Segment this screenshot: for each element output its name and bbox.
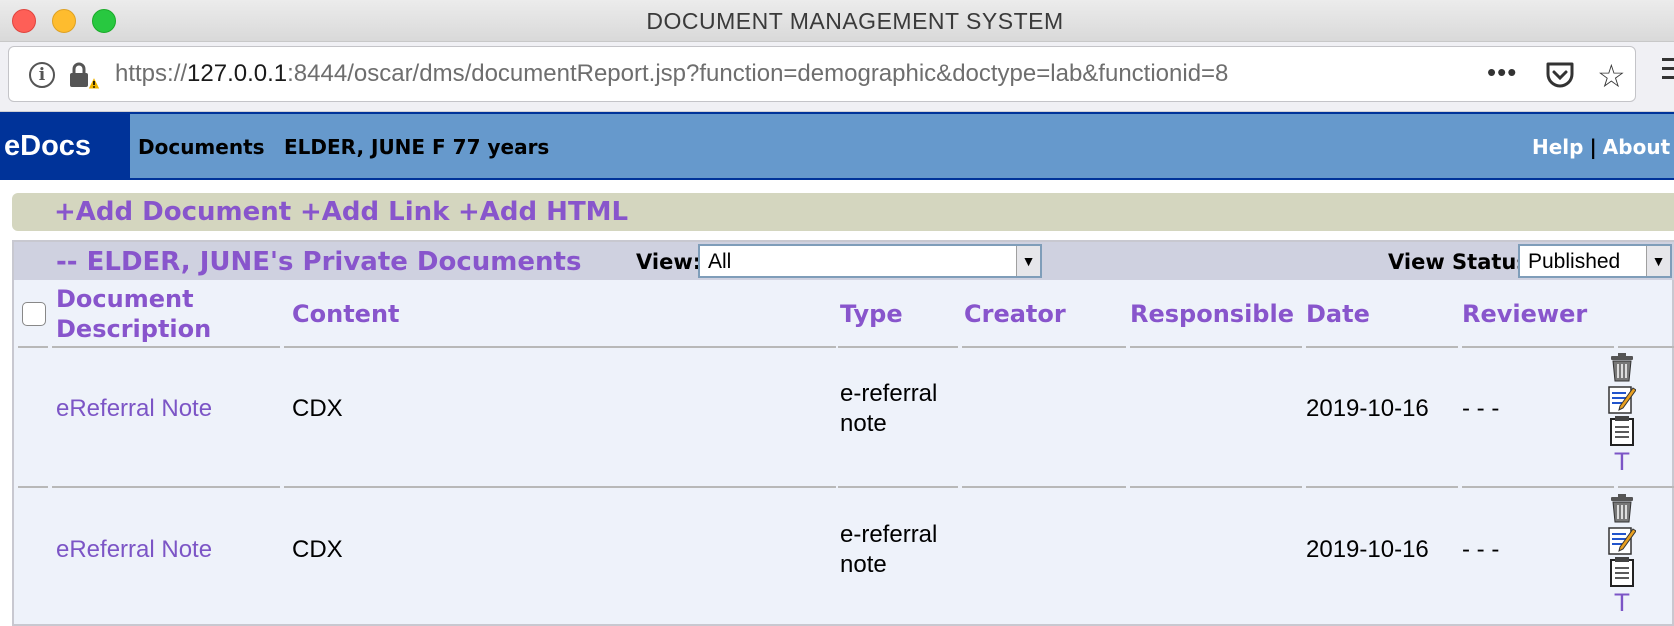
row-type-line2: note <box>840 410 887 437</box>
column-header-description-line2: Description <box>56 315 212 343</box>
annotation-icon[interactable] <box>1608 416 1636 446</box>
row-description-link[interactable]: eReferral Note <box>56 535 212 565</box>
url-text[interactable]: https://127.0.0.1:8444/oscar/dms/documen… <box>115 60 1475 88</box>
help-links: Help | About <box>1532 135 1670 159</box>
private-documents-panel: -- ELDER, JUNE's Private Documents View:… <box>12 240 1674 626</box>
table-rule <box>52 486 280 488</box>
table-rule <box>1130 346 1302 348</box>
table-rule <box>18 346 48 348</box>
bookmark-star-icon[interactable]: ☆ <box>1597 57 1626 95</box>
view-status-label: View Status <box>1388 250 1529 274</box>
column-header-reviewer[interactable]: Reviewer <box>1462 299 1587 329</box>
add-html-link[interactable]: +Add HTML <box>458 197 628 227</box>
table-rule <box>1462 346 1614 348</box>
table-rule <box>838 486 958 488</box>
chevron-down-icon[interactable]: ▼ <box>1646 246 1670 276</box>
row-date: 2019-10-16 <box>1306 395 1429 422</box>
header-divider <box>126 114 130 178</box>
row-type-line1: e-referral <box>840 521 938 548</box>
about-link[interactable]: About <box>1603 135 1670 159</box>
add-actions-bar: +Add Document +Add Link +Add HTML <box>12 193 1674 231</box>
view-status-value: Published <box>1528 250 1621 273</box>
view-select[interactable]: All ▼ <box>698 244 1042 278</box>
tickler-link[interactable]: T <box>1608 589 1636 617</box>
column-header-creator[interactable]: Creator <box>964 299 1066 329</box>
row-type: e-referral note <box>840 379 937 439</box>
pocket-icon[interactable] <box>1545 61 1575 89</box>
table-rule <box>1306 486 1458 488</box>
edocs-header: eDocs Documents ELDER, JUNE F 77 years H… <box>0 112 1674 180</box>
row-date: 2019-10-16 <box>1306 536 1429 563</box>
row-type-line1: e-referral <box>840 380 938 407</box>
view-select-value: All <box>708 250 732 273</box>
help-link[interactable]: Help <box>1532 135 1583 159</box>
more-actions-icon[interactable]: ••• <box>1487 57 1517 88</box>
table-rule <box>1618 346 1674 348</box>
edocs-logo: eDocs <box>0 114 126 178</box>
column-header-date[interactable]: Date <box>1306 299 1370 329</box>
column-header-responsible[interactable]: Responsible <box>1130 299 1294 329</box>
panel-header: -- ELDER, JUNE's Private Documents View:… <box>14 242 1674 280</box>
row-type-line2: note <box>840 551 887 578</box>
url-host: 127.0.0.1 <box>187 60 288 87</box>
table-rule <box>284 346 836 348</box>
section-title: Documents <box>138 135 265 159</box>
window-title: DOCUMENT MANAGEMENT SYSTEM <box>646 8 1064 34</box>
table-rule <box>1462 486 1614 488</box>
info-icon[interactable]: i <box>29 62 55 88</box>
select-all-checkbox[interactable] <box>22 302 46 326</box>
trash-icon[interactable] <box>1608 352 1636 382</box>
row-content: CDX <box>292 536 343 563</box>
window-titlebar: DOCUMENT MANAGEMENT SYSTEM <box>0 0 1674 42</box>
row-description-link[interactable]: eReferral Note <box>56 394 212 424</box>
edit-icon[interactable] <box>1608 384 1636 414</box>
table-rule <box>1306 346 1458 348</box>
column-header-content[interactable]: Content <box>292 299 400 329</box>
table-rule <box>838 346 958 348</box>
insecure-lock-icon[interactable] <box>67 61 101 91</box>
column-header-type[interactable]: Type <box>840 299 903 329</box>
trash-icon[interactable] <box>1608 493 1636 523</box>
view-status-select[interactable]: Published ▼ <box>1518 244 1672 278</box>
view-label: View: <box>636 250 702 274</box>
annotation-icon[interactable] <box>1608 557 1636 587</box>
patient-info: ELDER, JUNE F 77 years <box>284 135 550 159</box>
table-rule <box>1130 486 1302 488</box>
table-rule <box>284 486 836 488</box>
column-header-description[interactable]: Document Description <box>56 284 211 344</box>
table-rule <box>962 486 1126 488</box>
table-rule <box>962 346 1126 348</box>
edit-icon[interactable] <box>1608 525 1636 555</box>
add-document-link[interactable]: +Add Document <box>54 197 291 227</box>
url-prefix: https:// <box>115 60 188 87</box>
browser-toolbar: i https://127.0.0.1:8444/oscar/dms/docum… <box>0 42 1674 112</box>
row-content: CDX <box>292 395 343 422</box>
chevron-down-icon[interactable]: ▼ <box>1016 246 1040 276</box>
add-link-link[interactable]: +Add Link <box>300 197 449 227</box>
url-path: :8444/oscar/dms/documentReport.jsp?funct… <box>287 60 1229 87</box>
link-separator: | <box>1589 135 1597 159</box>
row-actions: T <box>1608 493 1642 617</box>
table-rule <box>18 486 48 488</box>
hamburger-menu-icon[interactable] <box>1662 58 1674 80</box>
table-rule <box>52 346 280 348</box>
tickler-link[interactable]: T <box>1608 448 1636 476</box>
column-header-description-line1: Document <box>56 285 194 313</box>
row-reviewer: - - - <box>1462 536 1500 563</box>
table-rule <box>1618 486 1674 488</box>
row-type: e-referral note <box>840 520 937 580</box>
row-actions: T <box>1608 352 1642 476</box>
row-reviewer: - - - <box>1462 395 1500 422</box>
url-bar[interactable]: i https://127.0.0.1:8444/oscar/dms/docum… <box>8 46 1636 102</box>
panel-title[interactable]: -- ELDER, JUNE's Private Documents <box>56 247 581 277</box>
